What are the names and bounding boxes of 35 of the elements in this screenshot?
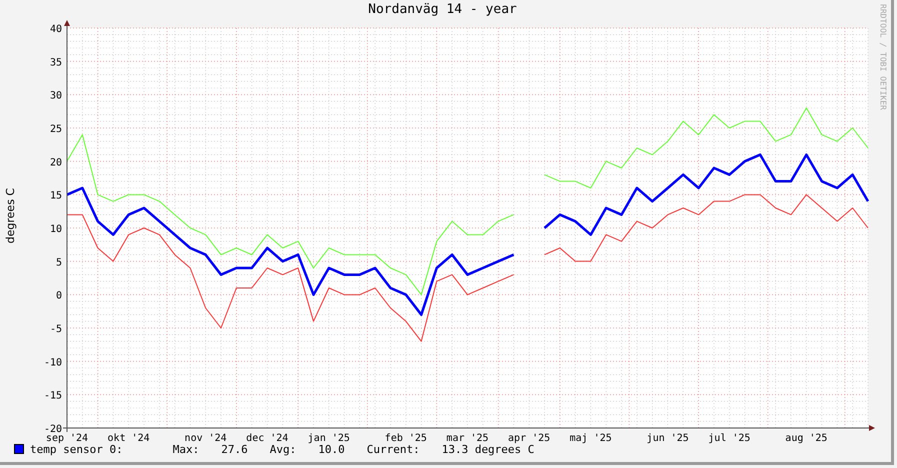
legend-label: temp sensor 0: <box>30 442 123 456</box>
y-tick-label: -5 <box>50 324 62 335</box>
x-tick-label: okt '24 <box>108 433 150 444</box>
y-tick-label: 20 <box>50 157 62 168</box>
x-tick-label: jul '25 <box>708 433 750 444</box>
x-tick-label: jun '25 <box>646 433 689 444</box>
y-tick-label: 5 <box>56 257 62 268</box>
x-tick-label: feb '25 <box>384 433 427 444</box>
y-tick-label: 25 <box>50 124 62 135</box>
y-tick-label: 30 <box>50 90 62 102</box>
y-tick-label: 40 <box>50 24 62 35</box>
x-tick-label: mar '25 <box>446 433 489 444</box>
y-tick-label: 10 <box>50 224 62 235</box>
stat-value: 13.3 degrees C <box>442 442 534 456</box>
x-tick-label: nov '24 <box>184 433 227 444</box>
x-tick-label: maj '25 <box>570 433 612 444</box>
stat-value: 10.0 <box>318 442 345 456</box>
credit-text: RRDTOOL / TOBI OETIKER <box>878 4 888 110</box>
y-tick-label: 0 <box>56 290 62 302</box>
x-tick-label: sep '24 <box>46 433 88 444</box>
stat-value: 27.6 <box>221 442 248 456</box>
stat-label: Max: <box>172 442 200 456</box>
y-tick-label: -15 <box>44 390 62 402</box>
x-tick-label: aug '25 <box>785 433 828 444</box>
y-tick-label: -20 <box>44 424 62 435</box>
stat-label: Current: <box>366 442 420 456</box>
chart-title: Nordanväg 14 - year <box>367 1 518 19</box>
stat-label: Avg: <box>270 442 296 456</box>
y-tick-label: 15 <box>50 190 62 202</box>
x-tick-label: jan '25 <box>308 433 350 444</box>
y-tick-label: 35 <box>50 57 62 68</box>
x-tick-label: apr '25 <box>508 433 550 444</box>
y-tick-label: -10 <box>44 357 62 368</box>
x-tick-label: dec '24 <box>246 433 288 444</box>
axis-title: degrees C <box>4 188 16 244</box>
